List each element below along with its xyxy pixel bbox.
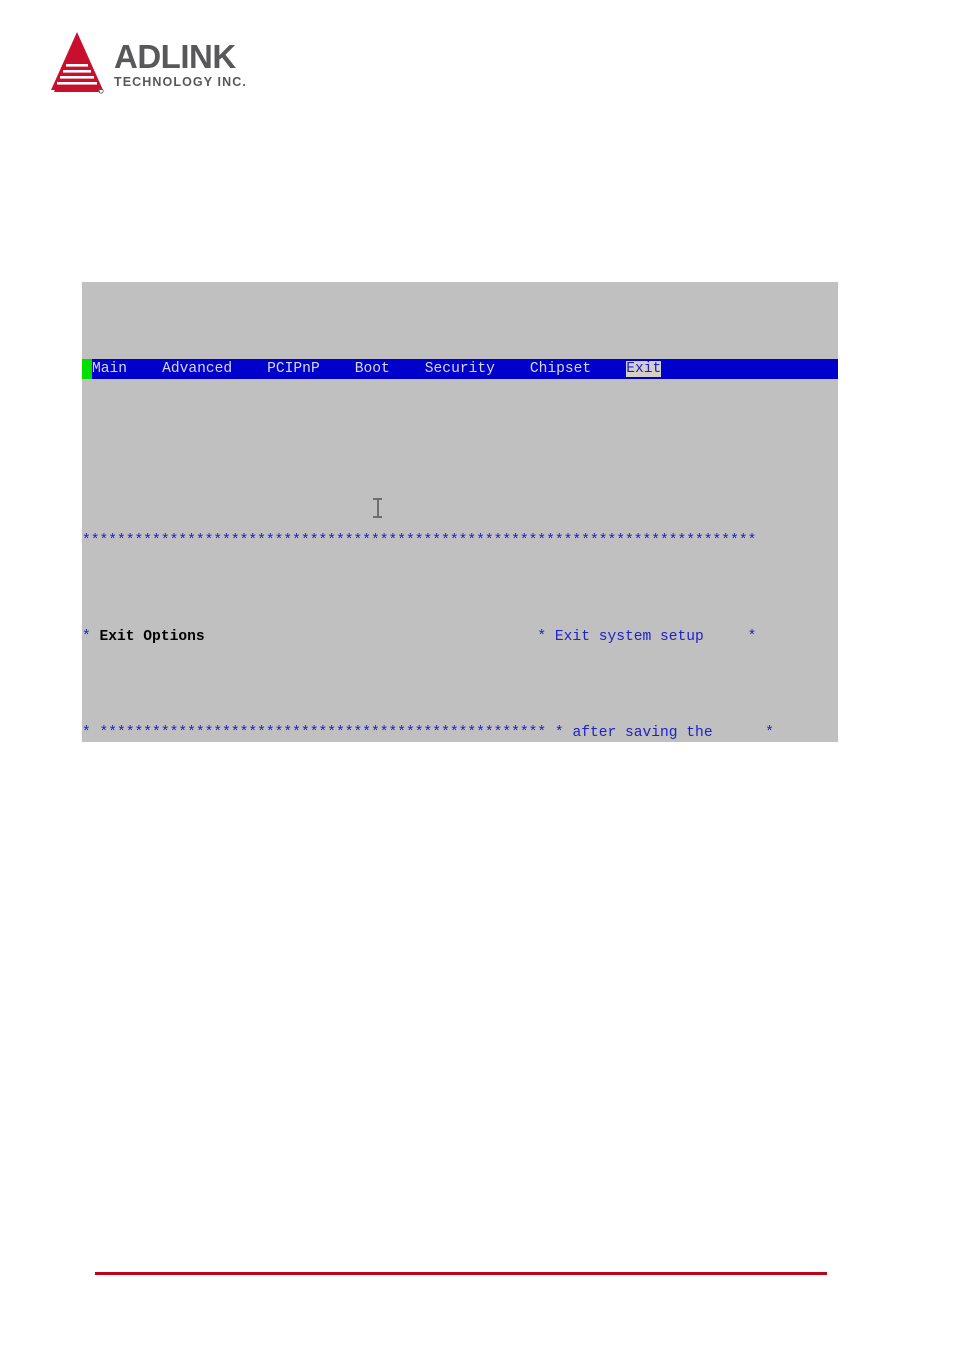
row-star-right: * [747,629,757,646]
tab-main[interactable]: Main [92,361,127,377]
tab-security[interactable]: Security [425,361,495,377]
tab-chipset[interactable]: Chipset [530,361,591,377]
page-footer-rule [95,1272,827,1275]
help-line-0: Exit system setup [554,629,704,646]
row-pad2 [713,725,766,741]
row-star-mid: * [546,725,573,742]
cursor-cap-bottom [373,515,382,518]
row-pad2 [704,629,748,645]
tab-exit[interactable]: Exit [626,360,662,377]
tab-advanced[interactable]: Advanced [162,361,232,377]
text-ibeam-cursor-icon [373,497,382,518]
adlink-brand-name: ADLINK [114,38,236,76]
bios-top-border: ****************************************… [82,532,838,551]
menu-position-marker [82,358,92,379]
adlink-logo-text: ADLINK TECHNOLOGY INC. [114,38,247,94]
row-pad [205,629,538,645]
tab-pcipnp[interactable]: PCIPnP [267,361,320,377]
bios-body: ****************************************… [82,456,838,742]
page-header: ADLINK TECHNOLOGY INC. [48,30,448,100]
adlink-logo: ADLINK TECHNOLOGY INC. [48,30,448,94]
bios-row: * **************************************… [82,724,838,742]
bios-row: * Exit Options * Exit system setup * [82,628,838,647]
row-star-mid: * [537,629,555,646]
bios-setup-screen: Main Advanced PCIPnP Boot Security Chips… [82,282,838,742]
row-star-left: * [82,629,100,646]
help-line-1: after saving the [572,725,713,742]
left-panel-divider: ****************************************… [99,725,547,742]
row-star-left: * [82,725,100,742]
tab-boot[interactable]: Boot [355,361,390,377]
bios-menu-tabs: Main Advanced PCIPnP Boot Security Chips… [92,359,662,379]
adlink-brand-tagline: TECHNOLOGY INC. [114,74,247,89]
border-stars: ****************************************… [82,533,757,550]
cursor-stem [377,499,379,516]
row-star-right: * [765,725,774,742]
adlink-triangle-logo-icon [48,30,106,94]
cursor-cap-top [373,497,382,500]
left-panel-title: Exit Options [99,629,205,646]
bios-menu-bar: Main Advanced PCIPnP Boot Security Chips… [82,358,838,379]
